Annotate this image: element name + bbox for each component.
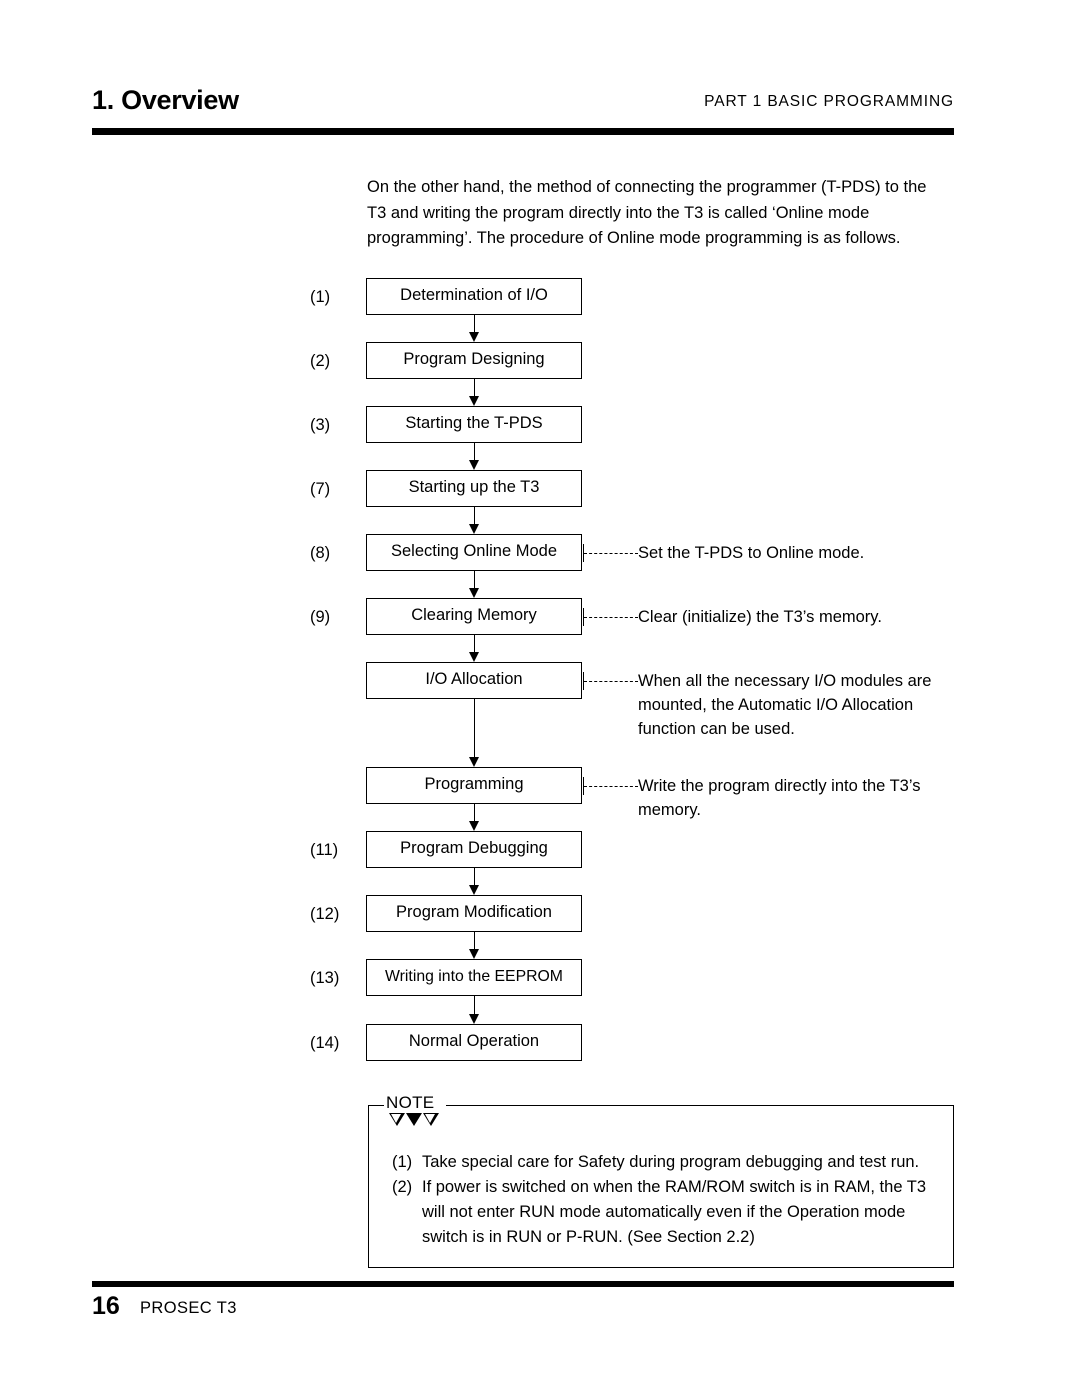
arrow-shaft (474, 996, 475, 1015)
flow-step: (3) Starting the T-PDS (310, 406, 970, 443)
flow-step-box: Programming (366, 767, 582, 804)
arrow-shaft (474, 379, 475, 397)
flow-step-box: Clearing Memory (366, 598, 582, 635)
flow-step-box: Program Debugging (366, 831, 582, 868)
flow-step: Programming Write the program directly in… (310, 767, 970, 819)
annotation-leader-line (584, 616, 638, 618)
arrow-head (469, 885, 480, 895)
arrow-shaft (474, 699, 475, 758)
flow-step-label: Determination of I/O (400, 286, 548, 304)
flow-step-box: Program Modification (366, 895, 582, 932)
arrow-shaft (474, 443, 475, 461)
note-item-marker: (2) (392, 1178, 413, 1196)
flow-step: (8) Selecting Online Mode Set the T-PDS to… (310, 534, 970, 571)
product-name: PROSEC T3 (140, 1299, 237, 1317)
flow-step-box: Normal Operation (366, 1024, 582, 1061)
flow-step-box: Determination of I/O (366, 278, 582, 315)
arrow-shaft (474, 315, 475, 333)
arrow-shaft (474, 507, 475, 525)
flow-step: (11) Program Debugging (310, 831, 970, 868)
note-item-text: If power is switched on when the RAM/ROM… (422, 1178, 927, 1246)
flow-step-box: I/O Allocation (366, 662, 582, 699)
footer-divider (92, 1281, 954, 1287)
flow-step-box: Starting up the T3 (366, 470, 582, 507)
flow-step-number: (14) (310, 1033, 340, 1052)
arrow-head (469, 460, 480, 470)
annotation-leader-line (584, 680, 638, 682)
arrow-head (469, 949, 480, 959)
flow-step: (12) Program Modification (310, 895, 970, 932)
flow-step-label: Program Modification (396, 903, 552, 921)
flow-step: (13) Writing into the EEPROM (310, 959, 970, 996)
arrow-shaft (474, 635, 475, 653)
arrow-head (469, 1014, 480, 1024)
flow-step-number: (2) (310, 351, 331, 370)
arrow-head (469, 332, 480, 342)
arrow-head (469, 524, 480, 534)
flow-step-number: (3) (310, 415, 331, 434)
arrow-head (469, 652, 480, 662)
annotation-leader-line (584, 552, 638, 554)
flow-step-box: Writing into the EEPROM (366, 959, 582, 996)
flow-step-box: Starting the T-PDS (366, 406, 582, 443)
flow-step-box: Program Designing (366, 342, 582, 379)
arrow-shaft (474, 868, 475, 886)
arrow-head (469, 821, 480, 831)
note-warning-triangles-icon (389, 1113, 439, 1126)
arrow-head (469, 757, 480, 767)
note-item-marker: (1) (392, 1153, 413, 1171)
page-number: 16 (92, 1292, 120, 1320)
flow-step-number: (11) (310, 840, 339, 859)
flow-step: (14) Normal Operation (310, 1024, 970, 1061)
flow-step: (7) Starting up the T3 (310, 470, 970, 507)
flow-step-number: (7) (310, 479, 331, 498)
flow-step-label: Writing into the EEPROM (385, 968, 563, 985)
note-item-list: (1) Take special care for Safety during p… (392, 1150, 937, 1250)
note-item: (1) Take special care for Safety during p… (392, 1150, 937, 1175)
flow-step-label: Clearing Memory (411, 606, 537, 624)
page-footer: 16 PROSEC T3 (92, 1291, 592, 1321)
flow-step: I/O Allocation When all the necessary I/O… (310, 662, 970, 738)
flow-step-label: Starting the T-PDS (405, 414, 543, 432)
arrow-head (469, 396, 480, 406)
flow-step-number: (12) (310, 904, 340, 923)
flow-step-label: Programming (424, 775, 524, 793)
flow-step-label: Program Designing (403, 350, 545, 368)
flow-step-label: Normal Operation (408, 1032, 540, 1050)
flow-step-number: (9) (310, 607, 331, 626)
arrow-shaft (474, 932, 475, 950)
triangle-outline-left-icon (389, 1113, 405, 1126)
flow-step-label: I/O Allocation (425, 670, 523, 688)
flow-step-number: (13) (310, 968, 340, 987)
flow-step: (2) Program Designing (310, 342, 970, 379)
flow-step-annotation: Set the T-PDS to Online mode. (638, 543, 865, 562)
flow-step-label: Selecting Online Mode (390, 542, 557, 560)
arrow-head (469, 588, 480, 598)
arrow-shaft (474, 804, 475, 822)
note-item-text: Take special care for Safety during prog… (422, 1153, 920, 1171)
flow-step-box: Selecting Online Mode (366, 534, 582, 571)
flow-step-label: Starting up the T3 (408, 478, 540, 496)
flow-step-label: Program Debugging (400, 839, 548, 857)
flow-step-annotation: Write the program directly into the T3’s… (638, 776, 921, 819)
note-label: NOTE (386, 1093, 435, 1112)
flow-step: (9) Clearing Memory Clear (initialize) the… (310, 598, 970, 635)
triangle-outline-right-icon (423, 1113, 439, 1126)
flow-step-number: (8) (310, 543, 331, 562)
flow-step-annotation: Clear (initialize) the T3’s memory. (638, 607, 882, 626)
flow-step: (1) Determination of I/O (310, 278, 970, 315)
annotation-leader-line (584, 785, 638, 787)
flow-step-number: (1) (310, 287, 331, 306)
triangle-filled-icon (406, 1113, 422, 1126)
flow-step-annotation: When all the necessary I/O modules are m… (638, 671, 932, 738)
arrow-shaft (474, 571, 475, 589)
note-item: (2) If power is switched on when the RAM/… (392, 1175, 937, 1250)
